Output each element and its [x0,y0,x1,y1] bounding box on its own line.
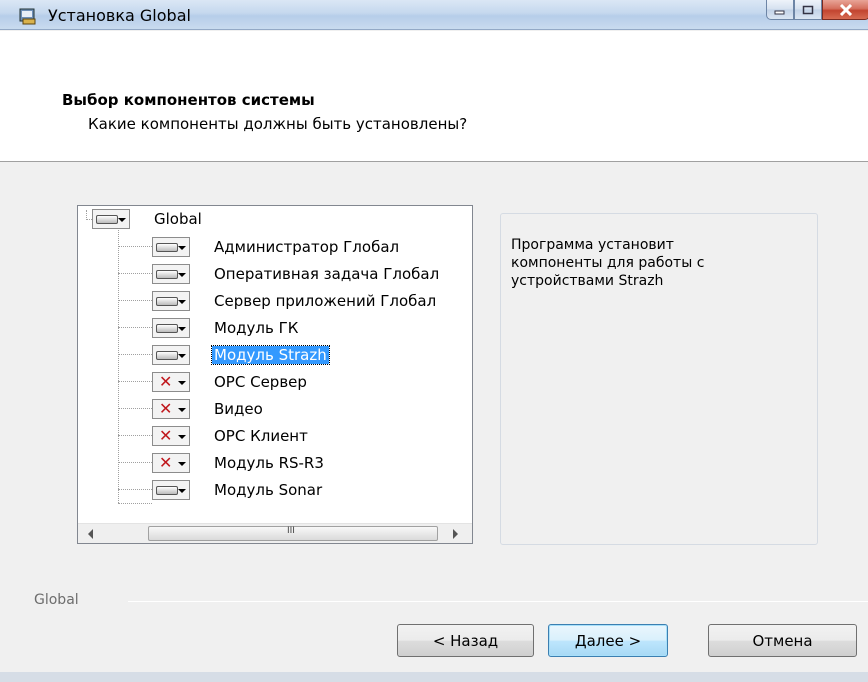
footer-divider [128,601,868,602]
tree-item[interactable]: Модуль Sonar [78,477,472,504]
scrollbar-thumb[interactable]: III [148,526,438,541]
tree-item-selected[interactable]: Модуль Strazh [78,342,472,369]
tree-item[interactable]: Оперативная задача Глобал [78,261,472,288]
scroll-right-arrow-icon[interactable] [453,529,458,539]
horizontal-scrollbar[interactable]: III [78,523,472,543]
scrollbar-grip: III [287,526,295,536]
scroll-left-arrow-icon[interactable] [88,529,93,539]
tree-item[interactable]: Администратор Глобал [78,234,472,261]
tree-item-label[interactable]: Модуль RS-R3 [212,454,326,472]
tree-item[interactable]: ✕ Видео [78,396,472,423]
installer-app-icon [19,8,36,25]
feature-tree[interactable]: Global Администратор Глобал Оперативная … [77,205,473,544]
page-title: Выбор компонентов системы [62,91,315,109]
tree-item-label[interactable]: Global [152,210,204,228]
maximize-button[interactable] [794,0,822,20]
tree-item[interactable]: ✕ OPC Сервер [78,369,472,396]
red-x-dropdown-icon[interactable]: ✕ [152,372,190,392]
tree-item-label[interactable]: Модуль Strazh [211,345,330,365]
description-panel: Программа установит компоненты для работ… [500,213,818,545]
red-x-dropdown-icon[interactable]: ✕ [152,426,190,446]
next-button[interactable]: Далее > [548,624,668,657]
tree-item[interactable]: ✕ Модуль RS-R3 [78,450,472,477]
window-title: Установка Global [48,6,191,25]
drive-dropdown-icon[interactable] [152,264,190,284]
minimize-icon [774,10,785,14]
drive-dropdown-icon[interactable] [152,291,190,311]
drive-dropdown-icon[interactable] [92,209,130,229]
tree-item-label[interactable]: OPC Клиент [212,427,310,445]
back-button[interactable]: < Назад [397,624,534,657]
tree-item-label[interactable]: Сервер приложений Глобал [212,292,438,310]
drive-dropdown-icon[interactable] [152,480,190,500]
tree-item-root[interactable]: Global [78,206,472,233]
footer-brand-label: Global [34,592,79,608]
tree-item-label[interactable]: Модуль Sonar [212,481,324,499]
red-x-dropdown-icon[interactable]: ✕ [152,399,190,419]
window-controls [766,0,868,22]
tree-item-label[interactable]: OPC Сервер [212,373,309,391]
tree-item[interactable]: Модуль ГК [78,315,472,342]
drive-dropdown-icon[interactable] [152,318,190,338]
page-subtitle: Какие компоненты должны быть установлены… [88,115,468,133]
tree-item[interactable]: ✕ OPC Клиент [78,423,472,450]
drive-dropdown-icon[interactable] [152,345,190,365]
tree-item-label[interactable]: Модуль ГК [212,319,300,337]
window-bottom-edge [0,672,868,682]
drive-dropdown-icon[interactable] [152,237,190,257]
tree-item[interactable]: Сервер приложений Глобал [78,288,472,315]
tree-item-label[interactable]: Видео [212,400,265,418]
cancel-button[interactable]: Отмена [708,624,857,657]
wizard-header: Выбор компонентов системы Какие компонен… [0,31,868,162]
close-button[interactable] [822,0,868,20]
title-bar[interactable]: Установка Global [0,0,868,30]
description-text: Программа установит компоненты для работ… [511,237,705,289]
tree-item-label[interactable]: Оперативная задача Глобал [212,265,441,283]
minimize-button[interactable] [766,0,794,20]
tree-item-label[interactable]: Администратор Глобал [212,238,401,256]
red-x-dropdown-icon[interactable]: ✕ [152,453,190,473]
maximize-icon [802,5,814,14]
close-icon [839,3,853,16]
